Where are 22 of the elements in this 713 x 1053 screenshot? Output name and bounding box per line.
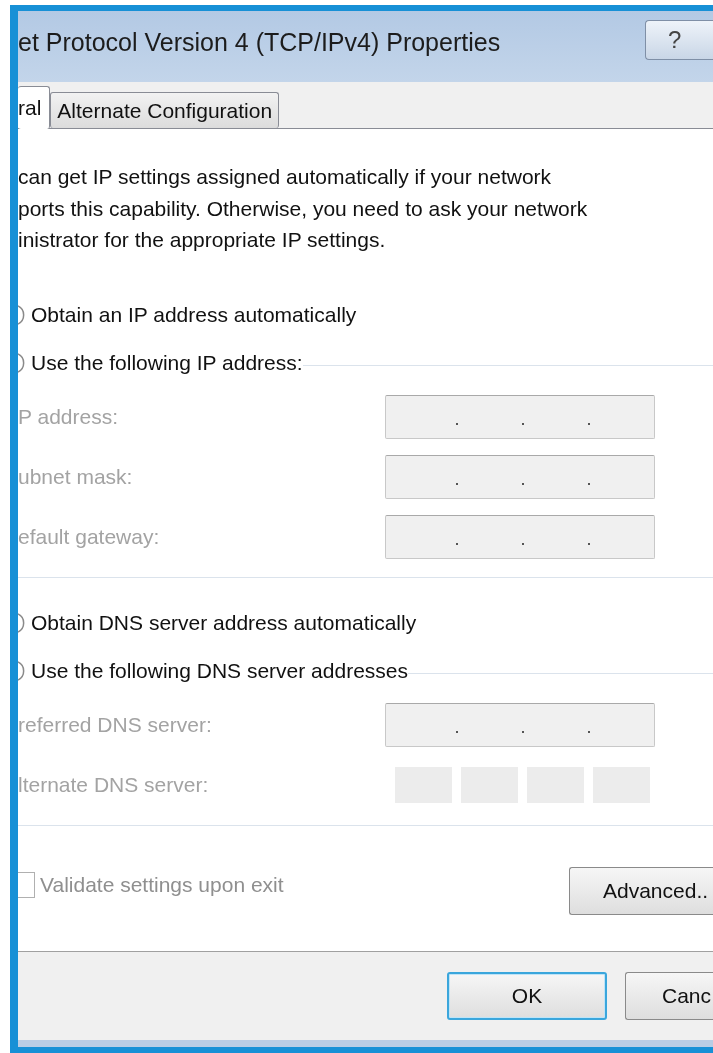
help-button[interactable]: ? (645, 19, 713, 60)
field-label: referred DNS server: (18, 712, 213, 737)
checkbox-label: Validate settings upon exit (40, 872, 284, 897)
window-title: et Protocol Version 4 (TCP/IPv4) Properties (18, 28, 501, 57)
radio-label[interactable]: Use the following DNS server addresses (31, 658, 408, 683)
field-label: lternate DNS server: (18, 772, 210, 797)
dialog-button[interactable]: Canc (625, 972, 713, 1020)
radio-icon[interactable] (18, 612, 26, 633)
radio-icon[interactable] (18, 660, 26, 681)
tab[interactable]: ral (18, 86, 51, 129)
dialog-button[interactable]: OK (447, 972, 607, 1020)
radio-icon[interactable] (18, 304, 26, 325)
tab[interactable]: Alternate Configuration (50, 92, 280, 128)
field-label: efault gateway: (18, 524, 161, 549)
field-label: P address: (18, 404, 119, 429)
radio-label[interactable]: Obtain an IP address automatically (31, 302, 357, 327)
advanced-button[interactable]: Advanced.. (569, 866, 713, 915)
radio-label[interactable]: Use the following IP address: (31, 350, 303, 375)
description-text: can get IP settings assigned automatically if your network ports this capability. Otherwise, you need to ask your network inistrator for the appropriate IP settings. (18, 164, 589, 253)
radio-icon[interactable] (18, 352, 26, 373)
radio-label[interactable]: Obtain DNS server address automatically (31, 610, 417, 635)
field-label: ubnet mask: (18, 464, 134, 489)
